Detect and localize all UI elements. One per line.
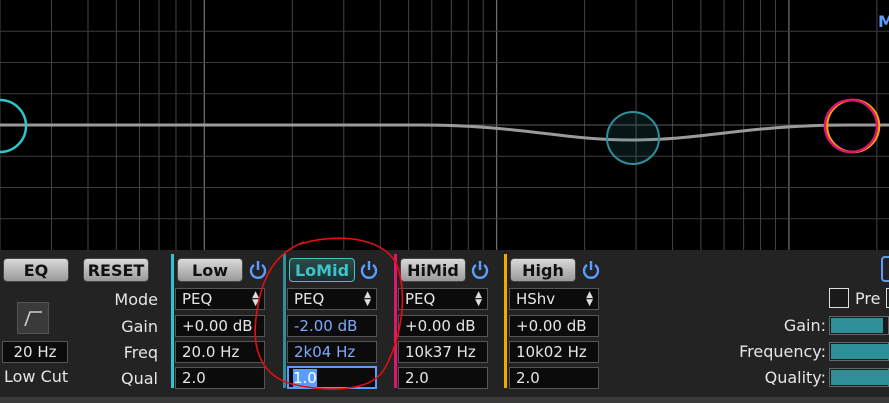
high-freq-field[interactable]: 10k02 Hz <box>509 341 599 363</box>
qual-label: Qual <box>121 369 158 388</box>
reset-button[interactable]: RESET <box>83 258 149 282</box>
pre-checkbox[interactable] <box>829 288 849 308</box>
eq-graph-svg[interactable]: M <box>0 0 889 250</box>
low-mode-value: PEQ <box>182 290 213 308</box>
lomid-band-node[interactable] <box>606 111 660 165</box>
select-arrows-icon: ▲ ▼ <box>586 290 593 308</box>
himid-mode-select[interactable]: PEQ ▲ ▼ <box>398 288 488 310</box>
low-mode-select[interactable]: PEQ ▲ ▼ <box>175 288 265 310</box>
low-cut-icon <box>24 311 42 327</box>
lomid-freq-field[interactable]: 2k04 Hz <box>287 341 377 363</box>
select-arrows-icon: ▲ ▼ <box>475 290 482 308</box>
himid-band-button[interactable]: HiMid <box>400 258 466 282</box>
mode-label: Mode <box>114 290 158 309</box>
eq-control-panel: EQ RESET 20 Hz Low Cut Mode Gain Freq Qu… <box>0 250 889 403</box>
low-power-icon[interactable] <box>247 259 269 281</box>
frequency-slider[interactable] <box>829 342 889 361</box>
lomid-gain-field[interactable]: -2.00 dB <box>287 315 377 337</box>
quality-slider-fill <box>831 370 889 385</box>
quality-slider[interactable] <box>829 368 889 387</box>
low-band-color-bar <box>171 254 174 388</box>
lomid-mode-value: PEQ <box>294 290 325 308</box>
pre-label: Pre <box>855 289 881 308</box>
gain-slider[interactable] <box>829 316 889 335</box>
lomid-band-button[interactable]: LoMid <box>289 258 355 282</box>
lomid-qual-value: 1.0 <box>293 369 317 387</box>
low-cut-toggle[interactable] <box>17 302 49 334</box>
eq-response-curve <box>0 123 889 142</box>
lomid-qual-field[interactable]: 1.0 <box>287 366 377 389</box>
eq-button[interactable]: EQ <box>3 258 69 282</box>
himid-gain-field[interactable]: +0.00 dB <box>398 315 488 337</box>
himid-band-color-bar <box>394 254 397 388</box>
graph-corner-label: M <box>878 12 889 31</box>
right-frequency-label: Frequency: <box>739 342 826 361</box>
himid-qual-field[interactable]: 2.0 <box>398 367 488 389</box>
right-gain-label: Gain: <box>783 316 826 335</box>
lomid-band-color-bar <box>283 254 286 388</box>
gain-slider-fill <box>831 318 883 333</box>
right-edge-button[interactable] <box>881 256 889 282</box>
freq-label: Freq <box>123 343 158 362</box>
right-quality-label: Quality: <box>764 368 826 387</box>
lomid-power-icon[interactable] <box>358 259 380 281</box>
frequency-slider-fill <box>831 344 889 359</box>
high-band-button[interactable]: High <box>510 258 576 282</box>
high-gain-field[interactable]: +0.00 dB <box>509 315 599 337</box>
high-qual-field[interactable]: 2.0 <box>509 367 599 389</box>
bottom-strip <box>0 397 889 403</box>
low-cut-label: Low Cut <box>4 367 69 386</box>
eq-graph[interactable]: M <box>0 0 889 250</box>
high-mode-select[interactable]: HShv ▲ ▼ <box>509 288 599 310</box>
select-arrows-icon: ▲ ▼ <box>364 290 371 308</box>
low-freq-field[interactable]: 20.0 Hz <box>175 341 265 363</box>
low-qual-field[interactable]: 2.0 <box>175 367 265 389</box>
himid-mode-value: PEQ <box>405 290 436 308</box>
himid-freq-field[interactable]: 10k37 Hz <box>398 341 488 363</box>
lomid-mode-select[interactable]: PEQ ▲ ▼ <box>287 288 377 310</box>
gain-label: Gain <box>121 317 158 336</box>
low-cut-freq-field[interactable]: 20 Hz <box>2 341 68 363</box>
select-arrows-icon: ▲ ▼ <box>252 290 259 308</box>
himid-power-icon[interactable] <box>469 259 491 281</box>
low-band-button[interactable]: Low <box>177 258 243 282</box>
low-gain-field[interactable]: +0.00 dB <box>175 315 265 337</box>
high-power-icon[interactable] <box>580 259 602 281</box>
high-mode-value: HShv <box>516 290 556 308</box>
high-band-color-bar <box>504 254 507 388</box>
